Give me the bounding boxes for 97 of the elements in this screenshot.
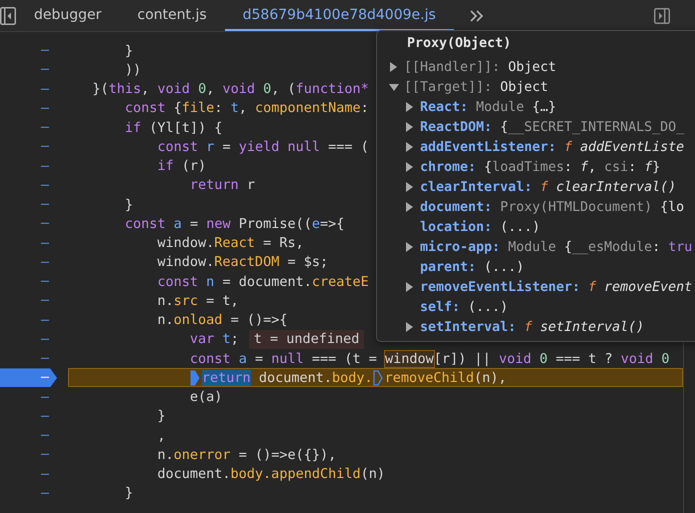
property-value: Object — [508, 60, 556, 74]
property-value: f addEventListe — [564, 140, 684, 154]
code-line: const a = new Promise((e=>{ — [124, 216, 344, 232]
property-key[interactable]: removeEventListener: — [420, 280, 580, 294]
line-number[interactable]: – — [0, 310, 57, 330]
property-key[interactable]: chrome: — [420, 160, 476, 174]
expand-triangle-icon[interactable] — [406, 322, 413, 332]
current-expression: return — [202, 370, 251, 386]
code-line: document.body. — [258, 370, 373, 386]
line-number[interactable]: – — [0, 406, 57, 426]
property-value: {loadTimes: f, csi: f} — [484, 160, 660, 174]
code-line: n.src = t, — [157, 292, 239, 309]
code-line: return r — [190, 177, 255, 194]
more-tabs-icon[interactable] — [470, 10, 484, 22]
line-number[interactable]: – — [0, 41, 57, 60]
line-number[interactable]: – — [0, 80, 57, 99]
property-value: Module {__esModule: tru — [508, 240, 692, 254]
expand-triangle-icon[interactable] — [406, 242, 413, 252]
property-value: {__SECRET_INTERNALS_DO_ — [500, 120, 684, 134]
property-key[interactable]: addEventListener: — [420, 140, 556, 154]
property-key[interactable]: location: — [420, 220, 492, 234]
expand-triangle-icon[interactable] — [406, 282, 413, 292]
line-number[interactable]: – — [0, 234, 57, 253]
code-line: document.body.appendChild(n) — [157, 466, 385, 482]
expand-triangle-icon[interactable] — [406, 142, 413, 152]
panel-toggle-icon[interactable] — [654, 8, 670, 24]
line-number[interactable]: – — [0, 195, 57, 214]
line-number[interactable]: – — [0, 214, 57, 234]
property-value: (...) — [484, 260, 524, 274]
code-line: const r = yield null === ( — [157, 138, 369, 155]
code-line: )) — [124, 62, 142, 78]
line-number[interactable]: – — [0, 388, 57, 407]
collapse-triangle-icon[interactable] — [389, 84, 399, 90]
expand-triangle-icon[interactable] — [406, 202, 413, 212]
property-key[interactable]: ReactDOM: — [420, 120, 492, 134]
code-line: removeChild(n), — [384, 370, 507, 386]
property-key[interactable]: document: — [420, 200, 492, 214]
line-number[interactable]: – — [0, 330, 57, 349]
expand-triangle-icon[interactable] — [406, 182, 413, 192]
expand-triangle-icon[interactable] — [406, 162, 413, 172]
property-key[interactable]: self: — [420, 300, 460, 314]
line-number[interactable]: – — [0, 137, 57, 156]
code-line: e(a) — [190, 389, 222, 406]
line-number[interactable]: – — [0, 272, 57, 292]
property-key[interactable]: setInterval: — [420, 320, 516, 334]
property-key[interactable]: micro-app: — [420, 240, 500, 254]
property-value: Module {…} — [476, 100, 556, 114]
property-value: f clearInterval() — [540, 180, 676, 194]
code-line: } — [157, 408, 166, 424]
step-marker-icon[interactable] — [372, 370, 383, 386]
inline-value-badge: t = undefined — [248, 330, 364, 349]
code-line: n.onerror = ()=>e({}), — [157, 446, 336, 463]
line-number[interactable]: – — [0, 445, 57, 464]
property-value: (...) — [468, 300, 508, 314]
property-value: (...) — [500, 220, 540, 234]
line-number[interactable]: – — [0, 464, 57, 484]
code-line: if (Yl[t]) { — [124, 120, 222, 136]
expand-triangle-icon[interactable] — [406, 122, 413, 132]
line-number[interactable]: – — [0, 368, 57, 388]
code-line: }(this, void 0, void 0, (function* — [92, 81, 369, 98]
property-value: Object — [500, 80, 548, 94]
property-value: Proxy(HTMLDocument) {lo — [500, 200, 684, 214]
code-line: if (r) — [157, 158, 206, 174]
line-number[interactable]: – — [0, 118, 57, 138]
code-line: window.React = Rs, — [157, 235, 304, 252]
code-line: window.ReactDOM = $s; — [157, 254, 328, 270]
line-number[interactable]: – — [0, 60, 57, 80]
code-line: n.onload = ()=>{ — [157, 312, 288, 328]
property-key[interactable]: parent: — [420, 260, 476, 274]
line-number[interactable]: – — [0, 176, 57, 195]
code-line: const a = null === (t = window[r]) || void 0 === t ? void 0 — [190, 350, 670, 367]
code-line: const {file: t, componentName: — [124, 100, 369, 116]
property-key[interactable]: clearInterval: — [420, 180, 532, 194]
popover-title: Proxy(Object) — [407, 35, 512, 53]
code-line: } — [124, 485, 134, 502]
code-line: const n = document.createE — [157, 274, 369, 290]
line-number[interactable]: – — [0, 252, 57, 272]
line-number[interactable]: – — [0, 484, 57, 503]
sidebar-toggle-icon[interactable] — [0, 6, 16, 24]
property-key[interactable]: React: — [420, 100, 468, 114]
property-value: f setInterval() — [524, 320, 644, 334]
code-line: } — [124, 42, 134, 59]
property-key[interactable]: [[Handler]]: — [404, 60, 500, 74]
line-number[interactable]: – — [0, 156, 57, 176]
code-line: } — [124, 196, 134, 213]
line-number[interactable]: – — [0, 98, 57, 118]
line-number[interactable]: – — [0, 426, 57, 446]
code-line: var t; — [190, 331, 239, 348]
expand-triangle-icon[interactable] — [406, 102, 413, 112]
line-number[interactable]: – — [0, 349, 57, 368]
expand-triangle-icon[interactable] — [390, 62, 397, 72]
file-tab[interactable]: content.js — [119, 0, 225, 31]
property-key[interactable]: [[Target]]: — [404, 80, 492, 94]
file-tab[interactable]: debugger — [26, 0, 120, 31]
code-line: , — [157, 428, 166, 444]
property-value: f removeEvent — [588, 280, 692, 294]
line-number[interactable]: – — [0, 291, 57, 310]
